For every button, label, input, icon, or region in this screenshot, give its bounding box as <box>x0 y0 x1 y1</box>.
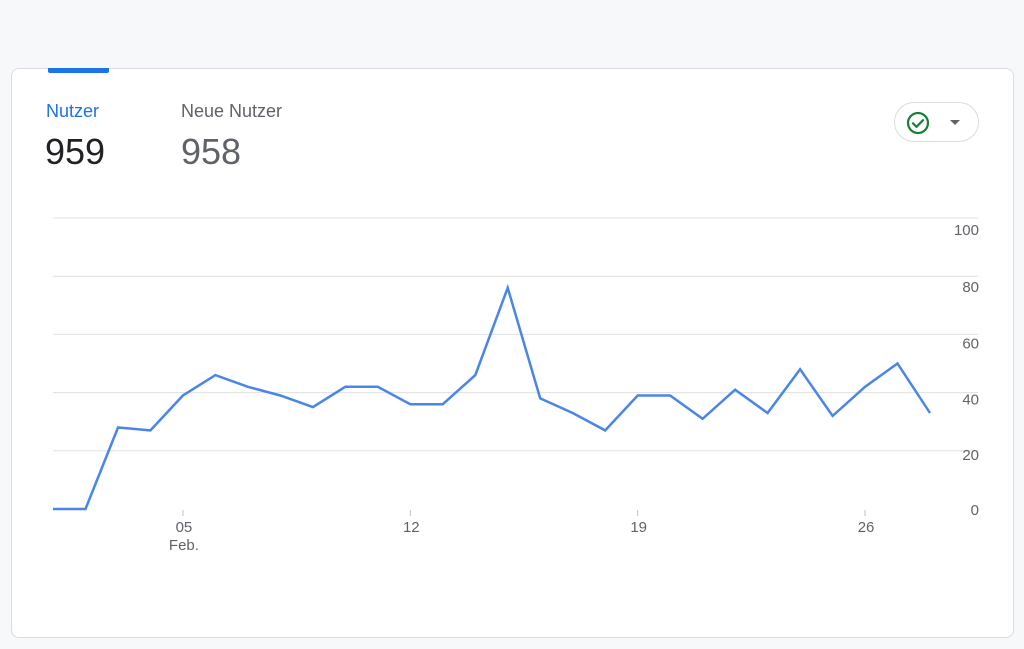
series-line-0 <box>53 283 932 511</box>
y-tick-label-60: 60 <box>962 335 979 352</box>
x-tick-label-05: 05 <box>176 519 193 536</box>
y-tick-label-40: 40 <box>962 392 979 409</box>
users-line-chart: 0 20 40 60 80 100 05Feb. 12 19 26 <box>53 217 979 554</box>
x-tick-label-19: 19 <box>630 519 647 536</box>
y-tick-label-80: 80 <box>962 279 979 296</box>
y-tick-label-20: 20 <box>962 447 979 464</box>
y-tick-label-0: 0 <box>971 502 979 519</box>
x-tick-sublabel-05: Feb. <box>169 537 199 554</box>
x-tick-label-26: 26 <box>858 519 875 536</box>
y-tick-label-100: 100 <box>954 222 979 239</box>
x-tick-label-12: 12 <box>403 519 420 536</box>
